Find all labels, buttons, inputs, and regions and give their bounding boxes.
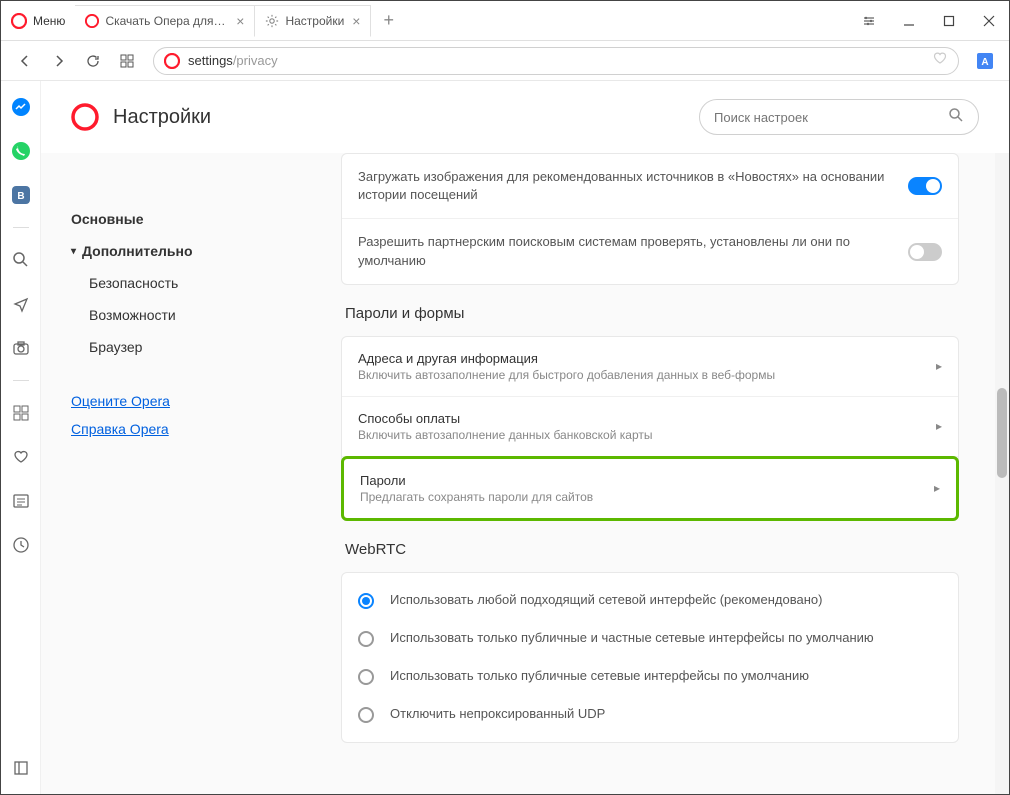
search-input[interactable] [714,110,948,125]
radio-button[interactable] [358,707,374,723]
radio-label: Использовать только публичные и частные … [390,629,874,647]
setting-label: Разрешить партнерским поисковым системам… [358,233,908,269]
settings-header: Настройки [41,81,1009,153]
history-icon[interactable] [9,533,33,557]
gear-icon [265,14,279,28]
speed-dial-button[interactable] [113,47,141,75]
reload-button[interactable] [79,47,107,75]
news-icon[interactable] [9,489,33,513]
divider [13,380,29,381]
setting-row-news-images: Загружать изображения для рекомендованны… [342,154,958,219]
left-rail: B [1,81,41,794]
row-title: Адреса и другая информация [358,351,936,366]
close-icon[interactable]: × [236,13,244,29]
messenger-icon[interactable] [9,95,33,119]
opera-logo-icon [71,103,99,131]
tab-settings[interactable]: Настройки × [255,5,371,37]
settings-page: Настройки Основные Дополнительно Безопас… [41,81,1009,794]
opera-icon [11,13,27,29]
translate-button[interactable]: A [971,47,999,75]
row-desc: Включить автозаполнение для быстрого доб… [358,368,936,382]
radio-option-0[interactable]: Использовать любой подходящий сетевой ин… [342,581,958,619]
toggle-switch[interactable] [908,177,942,195]
top-card: Загружать изображения для рекомендованны… [341,153,959,285]
radio-button[interactable] [358,631,374,647]
chevron-right-icon: ▸ [936,419,942,433]
svg-text:B: B [17,191,24,202]
scrollbar[interactable] [995,153,1009,794]
row-title: Пароли [360,473,934,488]
radio-option-2[interactable]: Использовать только публичные сетевые ин… [342,657,958,695]
section-title-webrtc: WebRTC [341,521,959,572]
snapshot-icon[interactable] [9,336,33,360]
bookmarks-icon[interactable] [9,445,33,469]
address-text: settings/privacy [188,53,932,68]
row-title: Способы оплаты [358,411,936,426]
radio-option-1[interactable]: Использовать только публичные и частные … [342,619,958,657]
toolbar: settings/privacy A [1,41,1009,81]
search-icon [948,107,964,128]
flow-icon[interactable] [9,292,33,316]
opera-icon [85,14,99,28]
sidebar-item-basic[interactable]: Основные [71,203,301,235]
expand-icon[interactable] [9,756,33,780]
scrollbar-thumb[interactable] [997,388,1007,478]
settings-main[interactable]: Загружать изображения для рекомендованны… [321,153,1009,794]
settings-body: Основные Дополнительно Безопасность Возм… [41,153,1009,794]
divider [13,227,29,228]
window-controls [849,1,1009,40]
row-addresses[interactable]: Адреса и другая информация Включить авто… [342,337,958,397]
sidebar-item-browser[interactable]: Браузер [89,331,301,363]
setting-label: Загружать изображения для рекомендованны… [358,168,908,204]
speed-dial-icon[interactable] [9,401,33,425]
settings-search[interactable] [699,99,979,135]
row-passwords[interactable]: Пароли Предлагать сохранять пароли для с… [341,456,959,521]
minimize-button[interactable] [889,1,929,40]
address-bar[interactable]: settings/privacy [153,47,959,75]
tab-download[interactable]: Скачать Опера для компь × [75,5,255,37]
heart-icon[interactable] [932,50,948,71]
sidebar-link-rate[interactable]: Оцените Opera [71,387,301,415]
webrtc-card: Использовать любой подходящий сетевой ин… [341,572,959,743]
back-button[interactable] [11,47,39,75]
tab-title: Настройки [285,14,344,28]
radio-label: Использовать только публичные сетевые ин… [390,667,809,685]
sidebar-item-advanced[interactable]: Дополнительно [71,235,301,267]
opera-icon [164,53,180,69]
radio-label: Использовать любой подходящий сетевой ин… [390,591,822,609]
vk-icon[interactable]: B [9,183,33,207]
svg-text:A: A [981,57,988,68]
search-icon[interactable] [9,248,33,272]
close-button[interactable] [969,1,1009,40]
radio-option-3[interactable]: Отключить непроксированный UDP [342,695,958,733]
toggle-switch[interactable] [908,243,942,261]
titlebar: Меню Скачать Опера для компь × Настройки… [1,1,1009,41]
settings-sidebar: Основные Дополнительно Безопасность Возм… [41,153,321,794]
chevron-right-icon: ▸ [936,359,942,373]
sidebar-item-security[interactable]: Безопасность [89,267,301,299]
setting-row-search-engines: Разрешить партнерским поисковым системам… [342,219,958,283]
easy-setup-icon[interactable] [849,1,889,40]
whatsapp-icon[interactable] [9,139,33,163]
menu-button[interactable]: Меню [1,1,75,40]
sidebar-link-help[interactable]: Справка Opera [71,415,301,443]
maximize-button[interactable] [929,1,969,40]
passwords-card: Адреса и другая информация Включить авто… [341,336,959,521]
content-area: B Настройки Основные Дополнительно Безоп [1,81,1009,794]
radio-label: Отключить непроксированный UDP [390,705,605,723]
page-title: Настройки [113,106,699,129]
new-tab-button[interactable]: + [371,10,406,31]
row-desc: Предлагать сохранять пароли для сайтов [360,490,934,504]
section-title-passwords: Пароли и формы [341,285,959,336]
close-icon[interactable]: × [352,13,360,29]
chevron-right-icon: ▸ [934,481,940,495]
sidebar-item-features[interactable]: Возможности [89,299,301,331]
tab-title: Скачать Опера для компь [105,14,228,28]
row-payment[interactable]: Способы оплаты Включить автозаполнение д… [342,397,958,457]
menu-label: Меню [33,14,65,28]
radio-button[interactable] [358,669,374,685]
row-desc: Включить автозаполнение данных банковско… [358,428,936,442]
radio-button[interactable] [358,593,374,609]
forward-button[interactable] [45,47,73,75]
